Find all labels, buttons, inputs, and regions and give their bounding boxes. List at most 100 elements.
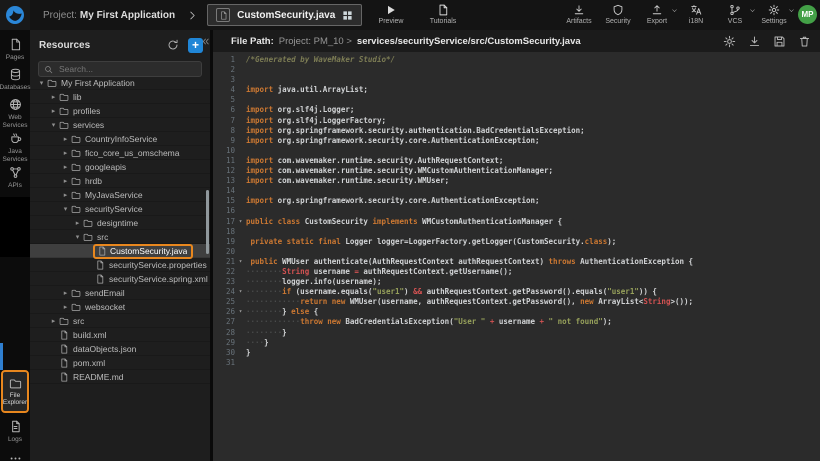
grid-icon[interactable] <box>342 10 353 21</box>
tree-scrollbar[interactable] <box>206 190 209 254</box>
code-line[interactable]: 17▾public class CustomSecurity implement… <box>213 217 820 227</box>
tree-item-services[interactable]: ▾services <box>30 118 210 132</box>
refresh-icon[interactable] <box>167 39 179 51</box>
tree-toggle-icon[interactable]: ▸ <box>60 163 71 171</box>
code-line[interactable]: 7import org.slf4j.LoggerFactory; <box>213 116 820 126</box>
search-input[interactable] <box>57 63 196 75</box>
export-button[interactable]: Export <box>644 4 670 25</box>
tree-toggle-icon[interactable]: ▸ <box>60 191 71 199</box>
code-line[interactable]: 26▾········} else { <box>213 307 820 317</box>
tree-toggle-icon[interactable]: ▸ <box>60 289 71 297</box>
tree-item-dataobjects-json[interactable]: dataObjects.json <box>30 342 210 356</box>
delete-file-button[interactable] <box>798 35 811 48</box>
tree-item-hrdb[interactable]: ▸hrdb <box>30 174 210 188</box>
code-line[interactable]: 12import com.wavemaker.runtime.security.… <box>213 166 820 176</box>
tutorials-button[interactable]: Tutorials <box>420 4 466 25</box>
tree-item-googleapis[interactable]: ▸googleapis <box>30 160 210 174</box>
search-box[interactable] <box>38 61 202 77</box>
code-line[interactable]: 31 <box>213 358 820 368</box>
tree-item-my-first-application[interactable]: ▾My First Application <box>30 76 210 90</box>
tree-toggle-icon[interactable]: ▸ <box>48 93 59 101</box>
security-button[interactable]: Security <box>605 4 631 25</box>
tree-item-readme-md[interactable]: README.md <box>30 370 210 384</box>
tree-item-pom-xml[interactable]: pom.xml <box>30 356 210 370</box>
code-line[interactable]: 3 <box>213 75 820 85</box>
tree-toggle-icon[interactable]: ▾ <box>48 121 59 129</box>
code-line[interactable]: 19 private static final Logger logger=Lo… <box>213 237 820 247</box>
tree-toggle-icon[interactable]: ▸ <box>60 149 71 157</box>
fold-toggle-icon[interactable]: ▾ <box>235 257 246 267</box>
tree-toggle-icon[interactable]: ▾ <box>36 79 47 87</box>
code-line[interactable]: 25············return new WMUser(username… <box>213 297 820 307</box>
code-line[interactable]: 11import com.wavemaker.runtime.security.… <box>213 156 820 166</box>
tree-item-securityservice-spring-xml[interactable]: securityService.spring.xml <box>30 272 210 286</box>
code-line[interactable]: 6import org.slf4j.Logger; <box>213 105 820 115</box>
code-line[interactable]: 21▾ public WMUser authenticate(AuthReque… <box>213 257 820 267</box>
settings-button[interactable]: Settings <box>761 4 787 25</box>
collapse-panel-icon[interactable] <box>201 37 210 46</box>
tree-toggle-icon[interactable]: ▾ <box>60 205 71 213</box>
panel-divider[interactable] <box>210 30 213 461</box>
tree-item-websocket[interactable]: ▸websocket <box>30 300 210 314</box>
code-line[interactable]: 18 <box>213 227 820 237</box>
tree-item-securityservice[interactable]: ▾securityService <box>30 202 210 216</box>
code-line[interactable]: 27············throw new BadCredentialsEx… <box>213 317 820 327</box>
project-name[interactable]: My First Application <box>80 10 175 21</box>
code-line[interactable]: 16 <box>213 206 820 216</box>
tree-item-src[interactable]: ▾src <box>30 230 210 244</box>
code-line[interactable]: 9import org.springframework.security.cor… <box>213 136 820 146</box>
rail-item-web-services[interactable]: Web Services <box>0 98 30 129</box>
code-line[interactable]: 2 <box>213 65 820 75</box>
tree-item-designtime[interactable]: ▸designtime <box>30 216 210 230</box>
tree-item-countryinfoservice[interactable]: ▸CountryInfoService <box>30 132 210 146</box>
preview-button[interactable]: Preview <box>368 4 414 25</box>
wavemaker-logo[interactable] <box>0 0 30 30</box>
tree-item-build-xml[interactable]: build.xml <box>30 328 210 342</box>
user-avatar[interactable]: MP <box>798 5 817 24</box>
editor-settings-button[interactable] <box>723 35 736 48</box>
rail-item-apis[interactable]: APIs <box>0 166 30 190</box>
code-line[interactable]: 22········String username = authRequestC… <box>213 267 820 277</box>
rail-item-logs[interactable]: Logs <box>0 420 30 444</box>
tree-item-fico-core-us-omschema[interactable]: ▸fico_core_us_omschema <box>30 146 210 160</box>
tree-item-lib[interactable]: ▸lib <box>30 90 210 104</box>
code-line[interactable]: 4import java.util.ArrayList; <box>213 85 820 95</box>
code-line[interactable]: 13import com.wavemaker.runtime.security.… <box>213 176 820 186</box>
code-line[interactable]: 15import org.springframework.security.co… <box>213 196 820 206</box>
code-line[interactable]: 24▾········if (username.equals("user1") … <box>213 287 820 297</box>
code-line[interactable]: 23········logger.info(username); <box>213 277 820 287</box>
fold-toggle-icon[interactable]: ▾ <box>235 217 246 227</box>
tab-customsecurity-java[interactable]: CustomSecurity.java <box>207 4 362 26</box>
code-line[interactable]: 28········} <box>213 328 820 338</box>
tree-item-profiles[interactable]: ▸profiles <box>30 104 210 118</box>
code-line[interactable]: 29····} <box>213 338 820 348</box>
fold-toggle-icon[interactable]: ▾ <box>235 287 246 297</box>
download-file-button[interactable] <box>748 35 761 48</box>
rail-item-pages[interactable]: Pages <box>0 38 30 62</box>
rail-item-databases[interactable]: Databases <box>0 68 30 92</box>
code-line[interactable]: 1/*Generated by WaveMaker Studio*/ <box>213 55 820 65</box>
artifacts-button[interactable]: Artifacts <box>566 4 592 25</box>
tree-item-securityservice-properties[interactable]: securityService.properties <box>30 258 210 272</box>
tree-item-sendemail[interactable]: ▸sendEmail <box>30 286 210 300</box>
tree-item-src[interactable]: ▸src <box>30 314 210 328</box>
tree-toggle-icon[interactable]: ▸ <box>48 317 59 325</box>
code-line[interactable]: 10 <box>213 146 820 156</box>
rail-item-more-options[interactable] <box>0 452 30 461</box>
i18n-button[interactable]: i18N <box>683 4 709 25</box>
code-line[interactable]: 8import org.springframework.security.aut… <box>213 126 820 136</box>
tree-toggle-icon[interactable]: ▸ <box>48 107 59 115</box>
tree-toggle-icon[interactable]: ▸ <box>72 219 83 227</box>
tree-item-myjavaservice[interactable]: ▸MyJavaService <box>30 188 210 202</box>
tree-toggle-icon[interactable]: ▸ <box>60 177 71 185</box>
code-line[interactable]: 20 <box>213 247 820 257</box>
vcs-button[interactable]: VCS <box>722 4 748 25</box>
code-line[interactable]: 30} <box>213 348 820 358</box>
rail-item-file-explorer[interactable]: File Explorer <box>1 370 29 413</box>
rail-item-java-services[interactable]: Java Services <box>0 132 30 163</box>
tree-item-customsecurity-java[interactable]: CustomSecurity.java <box>30 244 210 258</box>
tree-toggle-icon[interactable]: ▸ <box>60 303 71 311</box>
tree-toggle-icon[interactable]: ▸ <box>60 135 71 143</box>
fold-toggle-icon[interactable]: ▾ <box>235 307 246 317</box>
code-line[interactable]: 5 <box>213 95 820 105</box>
